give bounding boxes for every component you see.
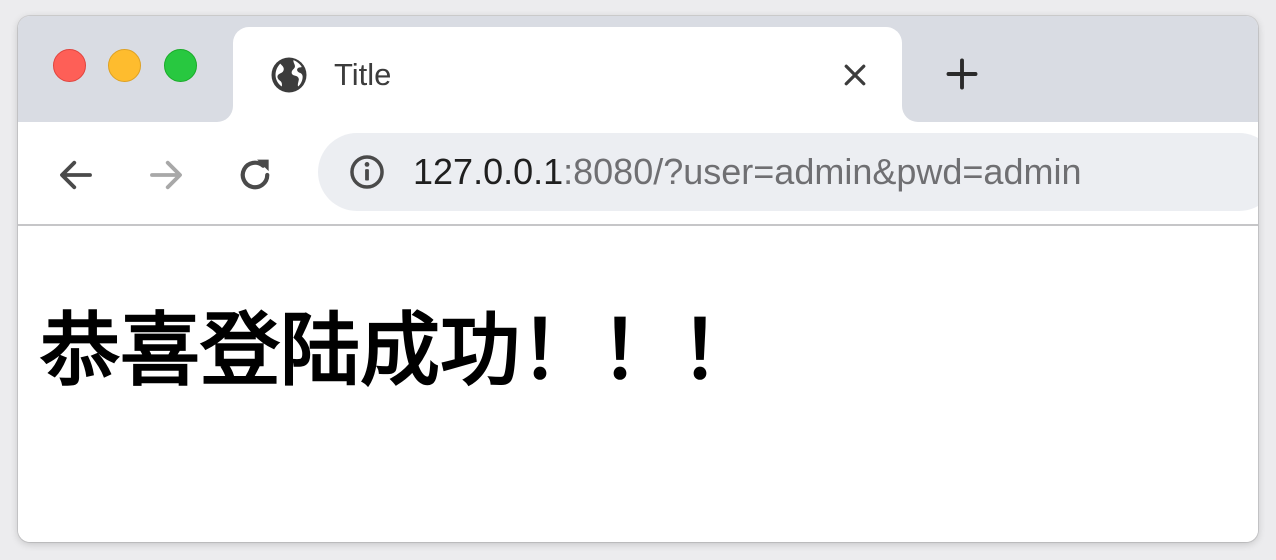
- url-host: 127.0.0.1: [413, 151, 564, 192]
- arrow-right-icon[interactable]: [145, 154, 187, 196]
- address-bar[interactable]: 127.0.0.1:8080/?user=admin&pwd=admin: [318, 133, 1258, 211]
- url-text[interactable]: 127.0.0.1:8080/?user=admin&pwd=admin: [413, 150, 1081, 194]
- globe-icon: [271, 57, 307, 93]
- window-close-button[interactable]: [53, 49, 86, 82]
- window-minimize-button[interactable]: [108, 49, 141, 82]
- arrow-left-icon[interactable]: [55, 154, 97, 196]
- page-content: 恭喜登陆成功！！！: [18, 226, 1258, 542]
- browser-window: Title 127.0.0.1:8080/?user=admin&pwd=adm…: [18, 16, 1258, 542]
- info-icon[interactable]: [348, 153, 386, 191]
- tab-strip: Title: [18, 16, 1258, 122]
- window-maximize-button[interactable]: [164, 49, 197, 82]
- tab-active[interactable]: Title: [233, 27, 902, 122]
- page-heading: 恭喜登陆成功！！！: [40, 304, 760, 397]
- plus-icon[interactable]: [944, 56, 980, 92]
- close-icon[interactable]: [840, 60, 870, 90]
- reload-icon[interactable]: [234, 154, 276, 196]
- browser-toolbar: 127.0.0.1:8080/?user=admin&pwd=admin: [18, 122, 1258, 226]
- url-path: :8080/?user=admin&pwd=admin: [563, 151, 1082, 192]
- tab-title: Title: [334, 57, 392, 92]
